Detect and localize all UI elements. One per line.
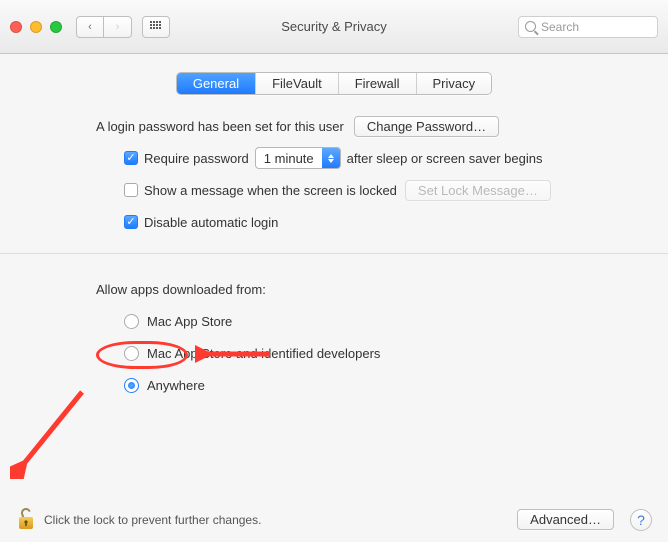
change-password-button[interactable]: Change Password… — [354, 116, 499, 137]
radio-icon — [124, 346, 139, 361]
search-placeholder: Search — [541, 20, 579, 34]
disable-auto-login-checkbox[interactable] — [124, 215, 138, 229]
set-lock-message-button: Set Lock Message… — [405, 180, 551, 201]
gatekeeper-option-identified[interactable]: Mac App Store and identified developers — [96, 340, 592, 366]
advanced-button[interactable]: Advanced… — [517, 509, 614, 530]
tab-bar: General FileVault Firewall Privacy — [16, 72, 652, 95]
show-message-label: Show a message when the screen is locked — [144, 183, 397, 198]
require-password-label-post: after sleep or screen saver begins — [347, 151, 543, 166]
search-icon — [525, 21, 536, 32]
lock-text: Click the lock to prevent further change… — [44, 513, 261, 527]
tab-filevault[interactable]: FileVault — [256, 73, 339, 94]
nav-back-forward: ‹ › — [76, 16, 132, 38]
section-divider — [0, 253, 668, 254]
close-icon[interactable] — [10, 21, 22, 33]
radio-label: Mac App Store and identified developers — [147, 346, 380, 361]
lock-icon[interactable] — [16, 508, 36, 532]
tab-firewall[interactable]: Firewall — [339, 73, 417, 94]
gatekeeper-option-mas[interactable]: Mac App Store — [96, 308, 592, 334]
bottom-bar: Click the lock to prevent further change… — [0, 496, 668, 542]
gatekeeper-header: Allow apps downloaded from: — [96, 276, 592, 302]
disable-auto-login-row: Disable automatic login — [96, 209, 592, 235]
radio-icon — [124, 378, 139, 393]
back-button[interactable]: ‹ — [76, 16, 104, 38]
search-input[interactable]: Search — [518, 16, 658, 38]
grid-icon — [150, 21, 162, 33]
minimize-icon[interactable] — [30, 21, 42, 33]
forward-button: › — [104, 16, 132, 38]
radio-label: Mac App Store — [147, 314, 232, 329]
login-password-label: A login password has been set for this u… — [96, 119, 344, 134]
gatekeeper-option-anywhere[interactable]: Anywhere — [96, 372, 592, 398]
annotation-arrow-lock — [10, 384, 100, 479]
login-password-row: A login password has been set for this u… — [96, 113, 592, 139]
disable-auto-login-label: Disable automatic login — [144, 215, 278, 230]
require-password-delay-value: 1 minute — [256, 151, 322, 166]
titlebar: ‹ › Security & Privacy Search — [0, 0, 668, 54]
preference-pane: General FileVault Firewall Privacy A log… — [0, 54, 668, 496]
tab-privacy[interactable]: Privacy — [417, 73, 492, 94]
zoom-icon[interactable] — [50, 21, 62, 33]
require-password-label-pre: Require password — [144, 151, 249, 166]
require-password-checkbox[interactable] — [124, 151, 138, 165]
show-message-row: Show a message when the screen is locked… — [96, 177, 592, 203]
require-password-delay-select[interactable]: 1 minute — [255, 147, 341, 169]
radio-icon — [124, 314, 139, 329]
show-all-button[interactable] — [142, 16, 170, 38]
stepper-icon — [322, 148, 340, 168]
tab-general[interactable]: General — [177, 73, 256, 94]
radio-label: Anywhere — [147, 378, 205, 393]
require-password-row: Require password 1 minute after sleep or… — [96, 145, 592, 171]
window-controls — [10, 21, 62, 33]
help-button[interactable]: ? — [630, 509, 652, 531]
show-message-checkbox[interactable] — [124, 183, 138, 197]
